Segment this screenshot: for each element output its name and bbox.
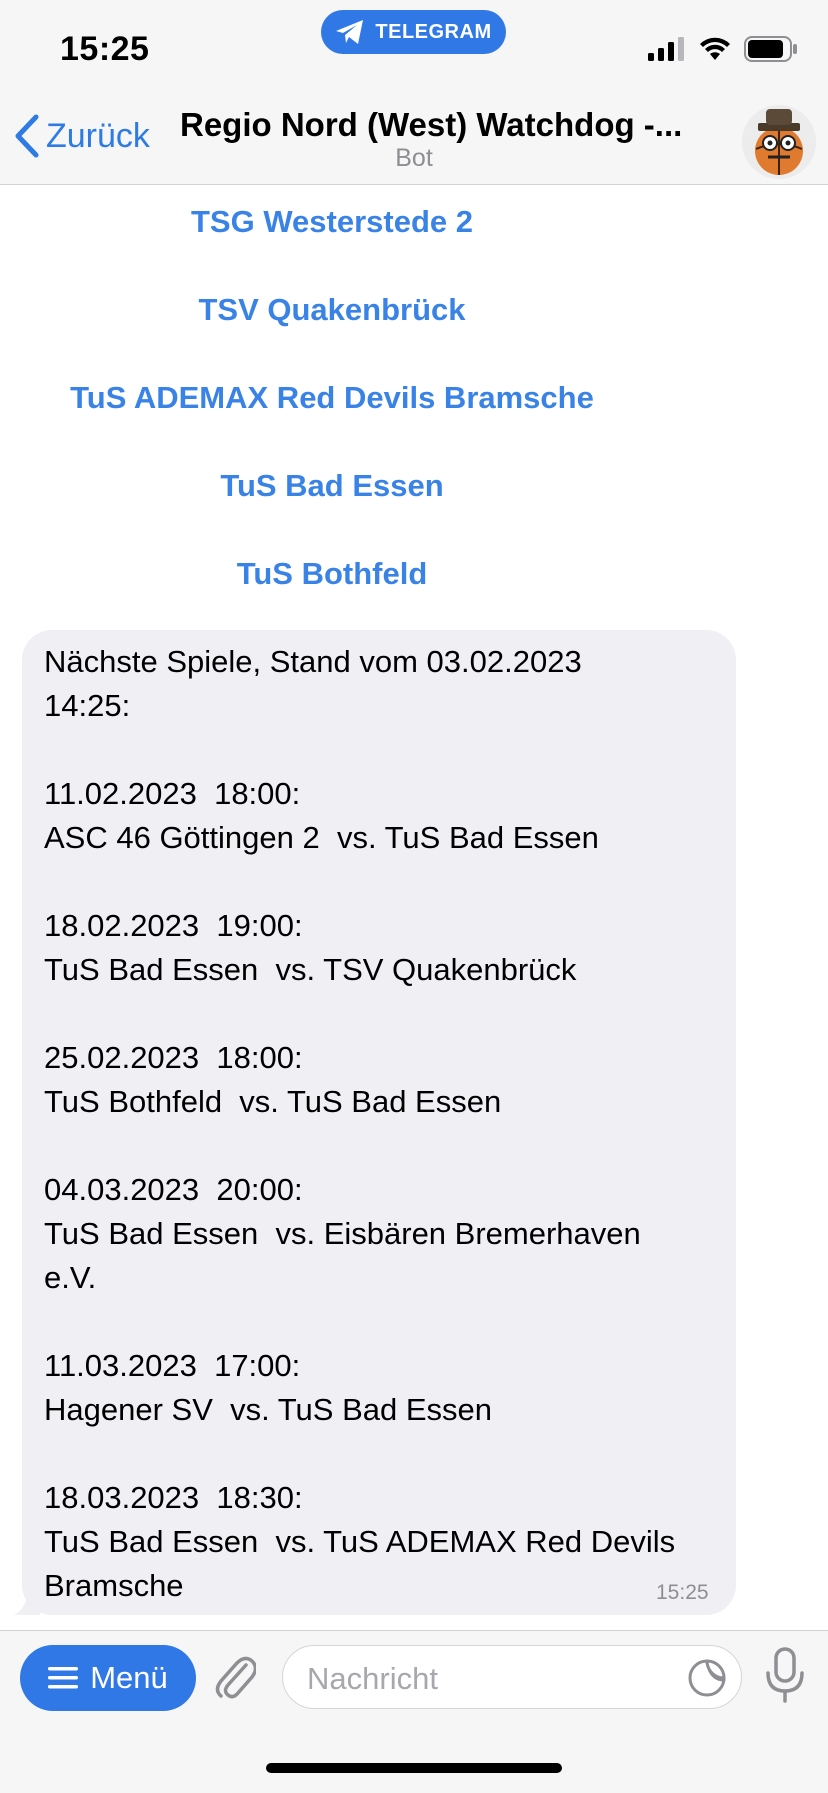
status-time: 15:25 <box>60 30 150 68</box>
status-bar: 15:25 TELEGRAM <box>0 0 828 100</box>
menu-label: Menü <box>90 1660 168 1695</box>
message-text: Nächste Spiele, Stand vom 03.02.2023 14:… <box>44 644 676 1603</box>
telegram-pill-label: TELEGRAM <box>375 20 492 43</box>
signal-icon <box>648 37 684 61</box>
chat-subtitle: Bot <box>395 144 433 172</box>
menu-icon <box>48 1667 79 1689</box>
input-bar: Menü <box>0 1630 828 1793</box>
inline-button-tsg-westerstede[interactable]: TSG Westerstede 2 <box>0 204 664 240</box>
telegram-icon <box>336 20 364 44</box>
chat-header: Zurück Regio Nord (West) Watchdog -... B… <box>0 100 828 185</box>
chat-title[interactable]: Regio Nord (West) Watchdog -... <box>180 106 700 144</box>
bot-avatar[interactable] <box>742 105 816 179</box>
paperclip-icon[interactable] <box>212 1649 256 1701</box>
message-input[interactable] <box>305 1656 639 1702</box>
inline-button-tus-ademax[interactable]: TuS ADEMAX Red Devils Bramsche <box>0 380 664 416</box>
chat-area: TSG Westerstede 2 TSV Quakenbrück TuS AD… <box>0 185 828 1630</box>
home-indicator <box>266 1763 562 1773</box>
sticker-icon[interactable] <box>687 1658 727 1698</box>
bubble-tail <box>14 1581 40 1615</box>
telegram-return-pill[interactable]: TELEGRAM <box>321 10 506 54</box>
inline-button-tus-bad-essen[interactable]: TuS Bad Essen <box>0 468 664 504</box>
inline-button-tus-bothfeld[interactable]: TuS Bothfeld <box>0 556 664 592</box>
status-icons <box>648 36 798 62</box>
inline-button-tsv-quakenbrueck[interactable]: TSV Quakenbrück <box>0 292 664 328</box>
message-time: 15:25 <box>656 1581 709 1604</box>
microphone-icon[interactable] <box>760 1645 810 1705</box>
battery-icon <box>744 36 797 62</box>
wifi-icon <box>700 37 730 60</box>
bot-menu-button[interactable]: Menü <box>20 1645 196 1711</box>
message-input-container[interactable] <box>282 1645 742 1709</box>
